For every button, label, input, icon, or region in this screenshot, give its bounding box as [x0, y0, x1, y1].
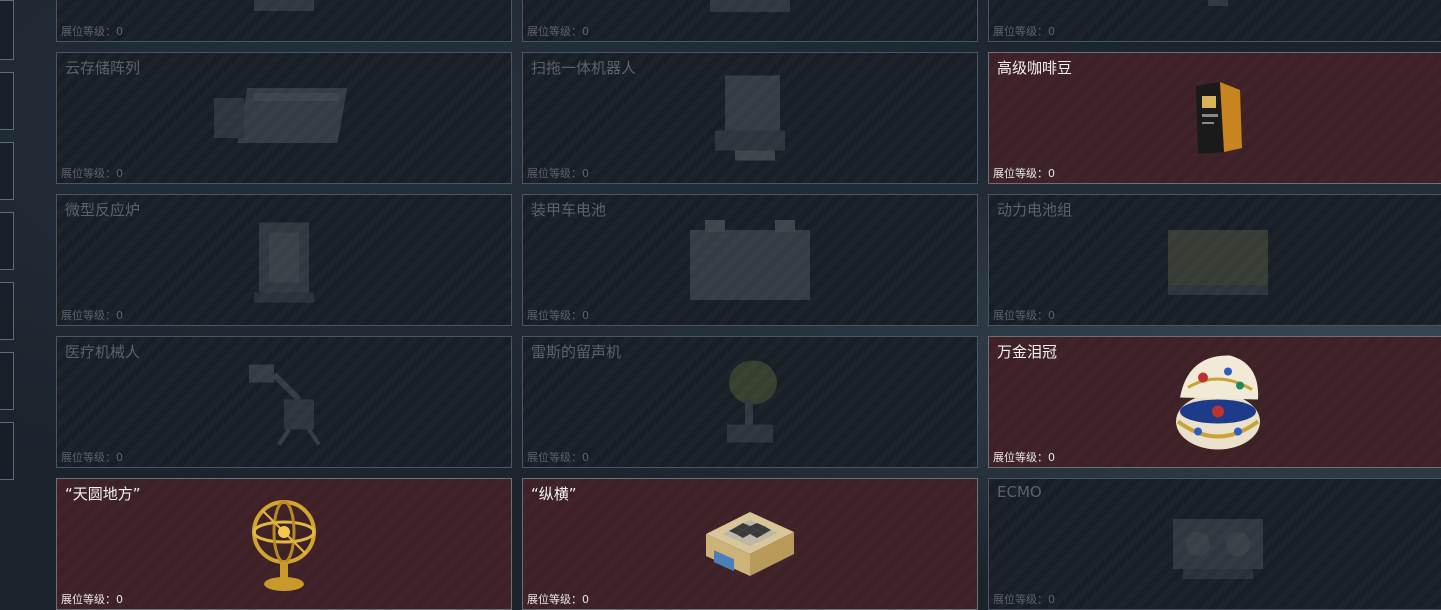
side-tab-7[interactable]	[0, 422, 14, 480]
card-level: 展位等级：0	[61, 451, 123, 464]
side-tab-6[interactable]	[0, 352, 14, 410]
card-title: 云存储阵列	[65, 59, 141, 77]
side-tab-2[interactable]	[0, 72, 14, 130]
collection-card-premium-coffee[interactable]: 高级咖啡豆 展位等级：0	[988, 52, 1441, 184]
reactor-icon	[249, 213, 319, 308]
card-level: 展位等级：0	[993, 593, 1055, 606]
card-title: 万金泪冠	[997, 343, 1058, 361]
card-level: 展位等级：0	[527, 167, 589, 180]
ecmo-machine-icon	[1163, 504, 1273, 584]
jeweled-egg-icon	[1168, 350, 1268, 455]
server-array-icon	[209, 78, 359, 158]
battery-pack-icon	[1163, 220, 1273, 300]
card-level: 展位等级：0	[527, 309, 589, 322]
armillary-sphere-icon	[244, 494, 324, 594]
coffee-bag-icon	[1188, 78, 1248, 158]
collection-card[interactable]: 展位等级：0	[988, 0, 1441, 42]
card-level: 展位等级：0	[61, 25, 123, 38]
card-level: 展位等级：0	[527, 593, 589, 606]
collection-grid: 展位等级：0 展位等级：0 展位等级：0 云存储阵列 展位等级：0 扫拖一体机器…	[56, 0, 1441, 610]
card-title: 微型反应炉	[65, 201, 141, 219]
collection-card-jeweled-egg[interactable]: 万金泪冠 展位等级：0	[988, 336, 1441, 468]
chess-box-icon	[700, 504, 800, 584]
card-title: “纵横”	[531, 485, 577, 503]
collection-card-armillary[interactable]: “天圆地方” 展位等级：0	[56, 478, 512, 610]
collection-card[interactable]: 展位等级：0	[522, 0, 978, 42]
card-level: 展位等级：0	[61, 167, 123, 180]
collection-card-micro-reactor[interactable]: 微型反应炉 展位等级：0	[56, 194, 512, 326]
side-tab-5[interactable]	[0, 282, 14, 340]
collection-card-medical-robot[interactable]: 医疗机械人 展位等级：0	[56, 336, 512, 468]
card-title: 高级咖啡豆	[997, 59, 1073, 77]
side-tab-1[interactable]	[0, 0, 14, 60]
gramophone-icon	[715, 355, 785, 450]
collection-card-gramophone[interactable]: 雷斯的留声机 展位等级：0	[522, 336, 978, 468]
side-tabs	[0, 0, 18, 610]
collection-card-armored-battery[interactable]: 装甲车电池 展位等级：0	[522, 194, 978, 326]
medical-robot-icon	[244, 355, 324, 450]
collection-card-power-battery-pack[interactable]: 动力电池组 展位等级：0	[988, 194, 1441, 326]
collection-card-chess-box[interactable]: “纵横” 展位等级：0	[522, 478, 978, 610]
side-tab-4[interactable]	[0, 212, 14, 270]
card-title: 雷斯的留声机	[531, 343, 622, 361]
card-title: “天圆地方”	[65, 485, 141, 503]
robot-vacuum-icon	[705, 71, 795, 166]
machine-icon	[244, 0, 324, 16]
card-level: 展位等级：0	[527, 451, 589, 464]
device-icon	[1198, 0, 1238, 11]
card-level: 展位等级：0	[993, 25, 1055, 38]
collection-card[interactable]: 展位等级：0	[56, 0, 512, 42]
card-level: 展位等级：0	[527, 25, 589, 38]
card-title: 医疗机械人	[65, 343, 141, 361]
side-tab-3[interactable]	[0, 142, 14, 200]
card-title: 扫拖一体机器人	[531, 59, 637, 77]
battery-icon	[685, 215, 815, 305]
card-title: ECMO	[997, 483, 1042, 501]
card-level: 展位等级：0	[61, 309, 123, 322]
card-level: 展位等级：0	[993, 167, 1055, 180]
card-title: 动力电池组	[997, 201, 1073, 219]
collection-card-robot-vacuum[interactable]: 扫拖一体机器人 展位等级：0	[522, 52, 978, 184]
card-level: 展位等级：0	[61, 593, 123, 606]
card-level: 展位等级：0	[993, 309, 1055, 322]
card-title: 装甲车电池	[531, 201, 607, 219]
collection-card-ecmo[interactable]: ECMO 展位等级：0	[988, 478, 1441, 610]
device-icon	[705, 0, 795, 16]
card-level: 展位等级：0	[993, 451, 1055, 464]
collection-card-cloud-storage[interactable]: 云存储阵列 展位等级：0	[56, 52, 512, 184]
